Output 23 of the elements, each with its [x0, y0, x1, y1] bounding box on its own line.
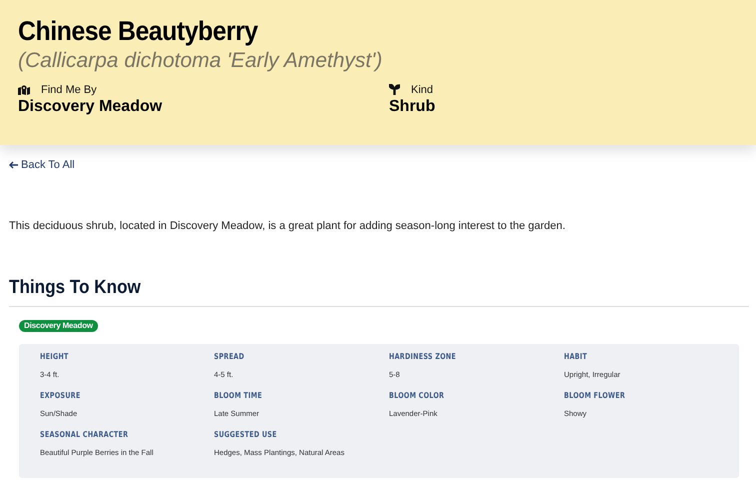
fact-label: BLOOM COLOR [389, 392, 444, 400]
meta-value: Discovery Meadow [18, 96, 162, 116]
meta-label: Find Me By [41, 84, 97, 96]
left-arrow-icon [9, 161, 18, 169]
back-link[interactable]: Back To All [9, 159, 75, 171]
sprout-icon [389, 84, 400, 96]
section-heading: Things To Know [9, 277, 141, 300]
fact-label: EXPOSURE [40, 392, 80, 400]
fact-label: SPREAD [214, 352, 244, 361]
description: This deciduous shrub, located in Discovery Meadow, is a great plant for adding season-long interest to the garden. [9, 220, 566, 232]
location-badge: Discovery Meadow [19, 320, 98, 332]
fact-label: HARDINESS ZONE [389, 352, 456, 361]
fact-label: HABIT [564, 352, 588, 361]
meta-label: Kind [411, 84, 434, 96]
scientific-name: (Callicarpa dichotoma 'Early Amethyst') [18, 48, 382, 74]
fact-label: HEIGHT [40, 352, 69, 361]
fact-label: BLOOM TIME [214, 392, 262, 400]
meta-value: Shrub [389, 96, 436, 116]
plant-title: Chinese Beautyberry [18, 15, 258, 48]
map-icon [18, 84, 30, 95]
fact-label: SEASONAL CHARACTER [40, 430, 128, 439]
fact-label: SUGGESTED USE [214, 430, 277, 439]
fact-label: BLOOM FLOWER [564, 392, 626, 400]
